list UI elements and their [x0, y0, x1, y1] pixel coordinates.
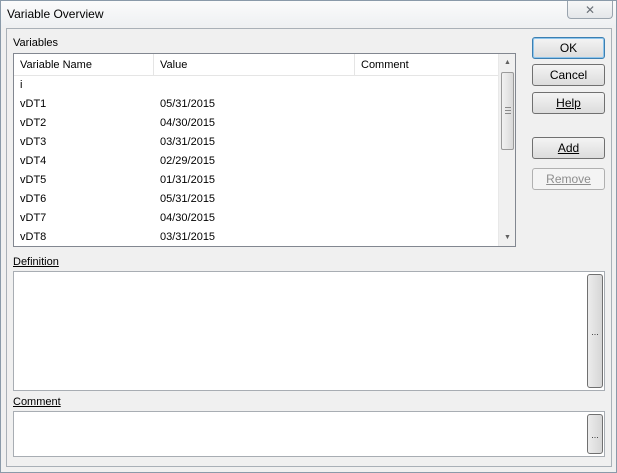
- cell-name: vDT6: [20, 193, 47, 205]
- table-row[interactable]: vDT5 01/31/2015: [14, 171, 498, 190]
- cell-name: vDT8: [20, 231, 47, 243]
- help-button-label: Help: [556, 96, 581, 110]
- cell-value: 05/31/2015: [160, 98, 216, 110]
- add-button[interactable]: Add: [532, 137, 605, 159]
- table-row[interactable]: vDT6 05/31/2015: [14, 190, 498, 209]
- definition-field[interactable]: [13, 271, 605, 391]
- variable-overview-dialog: Variable Overview ✕ Variables Variable N…: [0, 0, 617, 473]
- table-row[interactable]: vDT1 05/31/2015: [14, 95, 498, 114]
- variables-label: Variables: [13, 37, 59, 49]
- cell-name: vDT3: [20, 136, 47, 148]
- table-row[interactable]: vDT8 03/31/2015: [14, 228, 498, 247]
- help-button[interactable]: Help: [532, 92, 605, 114]
- scroll-thumb[interactable]: [501, 72, 514, 150]
- column-header-comment[interactable]: Comment: [355, 54, 498, 76]
- remove-button-label: Remove: [546, 172, 591, 186]
- cell-value: 02/29/2015: [160, 155, 216, 167]
- ok-button[interactable]: OK: [532, 37, 605, 59]
- arrow-up-icon[interactable]: ▲: [499, 54, 516, 71]
- variables-rows: i vDT1 05/31/2015 vDT2 04/30/2015 vDT3 03/31/2…: [14, 76, 498, 247]
- table-row[interactable]: vDT7 04/30/2015: [14, 209, 498, 228]
- grip-icon: [505, 107, 511, 114]
- list-header: Variable Name Value Comment: [14, 54, 498, 76]
- table-row[interactable]: vDT3 03/31/2015: [14, 133, 498, 152]
- comment-field[interactable]: [13, 411, 605, 457]
- column-header-variable-name[interactable]: Variable Name: [14, 54, 154, 76]
- arrow-down-icon[interactable]: ▼: [499, 229, 516, 246]
- cell-name: i: [20, 79, 23, 91]
- cell-name: vDT5: [20, 174, 47, 186]
- cell-value: 04/30/2015: [160, 117, 216, 129]
- close-button[interactable]: ✕: [567, 1, 613, 19]
- definition-label: Definition: [13, 256, 59, 268]
- definition-expand-button[interactable]: ...: [587, 274, 603, 388]
- column-header-value[interactable]: Value: [154, 54, 355, 76]
- cell-value: 05/31/2015: [160, 193, 216, 205]
- cell-name: vDT7: [20, 212, 47, 224]
- table-row[interactable]: vDT4 02/29/2015: [14, 152, 498, 171]
- variables-list[interactable]: Variable Name Value Comment i vDT1 05/31/2…: [13, 53, 516, 247]
- cell-name: vDT4: [20, 155, 47, 167]
- comment-expand-button[interactable]: ...: [587, 414, 603, 454]
- title-bar: Variable Overview ✕: [1, 1, 616, 27]
- add-button-label: Add: [557, 141, 580, 155]
- cell-value: 01/31/2015: [160, 174, 216, 186]
- cell-name: vDT2: [20, 117, 47, 129]
- table-row[interactable]: i: [14, 76, 498, 95]
- window-title: Variable Overview: [7, 7, 104, 21]
- comment-label: Comment: [13, 396, 61, 408]
- cell-name: vDT1: [20, 98, 47, 110]
- close-icon: ✕: [584, 2, 596, 17]
- remove-button[interactable]: Remove: [532, 168, 605, 190]
- cancel-button[interactable]: Cancel: [532, 64, 605, 86]
- cell-value: 03/31/2015: [160, 231, 216, 243]
- table-row[interactable]: vDT2 04/30/2015: [14, 114, 498, 133]
- cell-value: 03/31/2015: [160, 136, 216, 148]
- list-scrollbar[interactable]: ▲ ▼: [498, 54, 515, 246]
- cell-value: 04/30/2015: [160, 212, 216, 224]
